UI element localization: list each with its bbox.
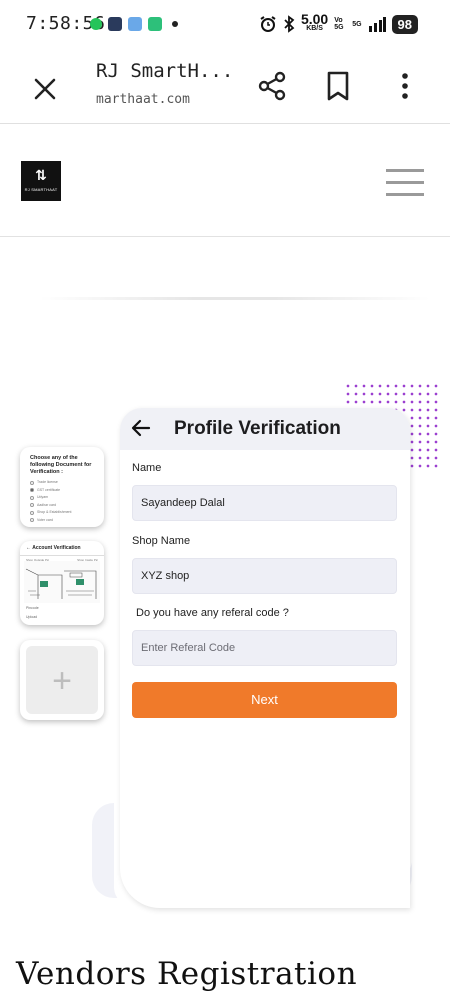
volte-label: Vo 5G (334, 17, 344, 31)
site-logo[interactable]: ⇅ RJ SMARTHAAT (21, 161, 61, 201)
add-placeholder: + (26, 646, 98, 714)
whatsapp-icon (90, 18, 102, 30)
thumbnail-account-verification[interactable]: ← Account Verification Shop Outside Pic S… (20, 541, 104, 625)
browser-toolbar: RJ SmartH... marthaat.com (0, 52, 450, 124)
thumb-upload-label: Upload (26, 615, 38, 619)
plus-icon: + (52, 662, 72, 700)
referral-code-input[interactable]: Enter Referal Code (132, 630, 397, 666)
thumb-option: Aadhar card (37, 502, 57, 507)
thumb-document-prompt: Choose any of the following Document for… (30, 455, 92, 475)
caption-text: Vendors Registration (16, 956, 358, 992)
referral-question-label: Do you have any referal code ? (136, 607, 289, 619)
notes-icon (148, 17, 162, 31)
thumb-account-title: ← Account Verification (20, 541, 104, 556)
browser-url[interactable]: marthaat.com (96, 92, 190, 107)
thumb-option: GST certificate (37, 487, 61, 492)
logo-text: RJ SMARTHAAT (24, 187, 58, 192)
shop-name-label: Shop Name (132, 535, 191, 547)
screen: 7:58:56 5.00 KB/S Vo 5G 5G 98 RJ SmartH.… (0, 0, 450, 1000)
network-speed: 5.00 KB/S (300, 11, 329, 32)
site-header: ⇅ RJ SMARTHAAT (0, 125, 450, 237)
thumbnail-document-choice[interactable]: Choose any of the following Document for… (20, 447, 104, 527)
more-options-icon[interactable] (392, 70, 418, 102)
status-right: 5.00 KB/S Vo 5G 5G 98 (259, 11, 418, 34)
profile-verification-card: Profile Verification Name Sayandeep Dala… (120, 408, 410, 908)
menu-icon[interactable] (386, 169, 424, 197)
thumb-option: Udyam (37, 495, 49, 499)
name-field[interactable]: Sayandeep Dalal (132, 485, 397, 521)
status-bar: 7:58:56 5.00 KB/S Vo 5G 5G 98 (0, 0, 450, 52)
signal-icon (368, 17, 386, 32)
alarm-icon (260, 16, 276, 32)
thumb-document-options: Trade license GST certificate Udyam Aadh… (30, 479, 94, 524)
battery-indicator: 98 (391, 14, 418, 34)
page-title: Profile Verification (174, 418, 341, 439)
bookmark-icon[interactable] (325, 70, 351, 102)
thumbnail-add[interactable]: + (20, 640, 104, 720)
card-header: Profile Verification (120, 408, 410, 450)
back-arrow-icon[interactable] (131, 418, 151, 438)
logo-mark-icon: ⇅ (35, 167, 47, 183)
status-app-icons (90, 17, 178, 31)
section-divider (40, 297, 430, 300)
thumb-option: Voter card (37, 517, 53, 522)
name-label: Name (132, 462, 162, 474)
app-a-icon (108, 17, 122, 31)
more-notifications-icon (172, 21, 178, 27)
thumb-option: Trade license (37, 480, 58, 484)
close-icon[interactable] (28, 72, 62, 106)
weather-icon (128, 17, 142, 31)
shop-name-field[interactable]: XYZ shop (132, 558, 397, 594)
next-button[interactable]: Next (132, 682, 397, 718)
thumb-option: Shop & Establishment (37, 510, 72, 514)
bluetooth-icon (284, 15, 295, 33)
shop-sketch-image (24, 561, 100, 603)
share-icon[interactable] (256, 70, 288, 102)
thumb-pincode-label: Pincode (26, 606, 39, 610)
browser-page-title: RJ SmartH... (96, 60, 234, 82)
network-type: 5G (352, 20, 362, 28)
